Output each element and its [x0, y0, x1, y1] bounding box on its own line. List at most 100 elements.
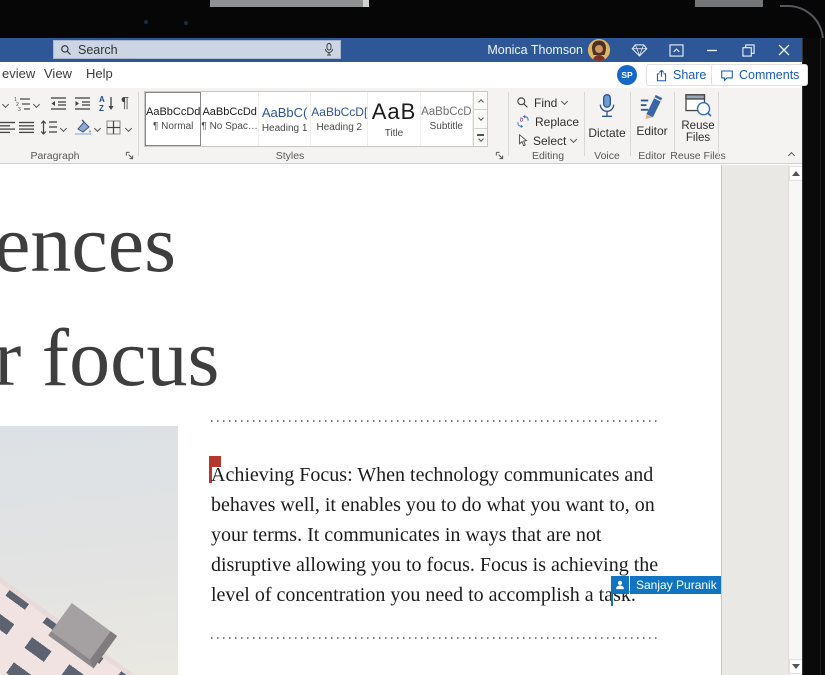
- document-canvas: ences r focus Achieving Focus: When tech…: [0, 165, 802, 675]
- select-icon: [516, 134, 528, 147]
- editor-button[interactable]: Editor: [634, 93, 670, 138]
- scroll-up-button[interactable]: [789, 166, 802, 181]
- gallery-more-button[interactable]: [474, 129, 487, 146]
- group-divider: [508, 92, 509, 156]
- style-chip-heading2[interactable]: AaBbCcD[ Heading 2: [311, 92, 368, 146]
- collapse-ribbon-button[interactable]: [782, 148, 800, 160]
- chevron-down-icon[interactable]: [94, 125, 101, 132]
- style-name: ¶ No Spac…: [201, 121, 258, 132]
- tab-help[interactable]: Help: [86, 66, 113, 81]
- paragraph-line[interactable]: level of concentration you need to accom…: [211, 580, 658, 610]
- background-strip: [695, 0, 763, 7]
- svg-text:Z: Z: [99, 104, 104, 112]
- comments-button[interactable]: Comments: [711, 64, 808, 86]
- comments-label: Comments: [739, 68, 799, 82]
- paragraph-line[interactable]: your terms. It communicates in ways that…: [211, 520, 658, 550]
- borders-icon[interactable]: [106, 120, 121, 135]
- paragraph-line[interactable]: behaves well, it enables you to do what …: [211, 490, 658, 520]
- editor-label: Editor: [636, 124, 667, 138]
- dictate-button[interactable]: Dictate: [588, 93, 626, 140]
- pilcrow-icon[interactable]: ¶: [121, 94, 129, 111]
- style-name: Heading 1: [262, 123, 308, 134]
- document-image[interactable]: [0, 426, 178, 675]
- tab-review[interactable]: eview: [2, 66, 35, 81]
- svg-text:A: A: [99, 95, 105, 104]
- ribbon: 1 2 3: [0, 88, 802, 164]
- minimize-icon[interactable]: [703, 42, 721, 58]
- align-left-icon[interactable]: [0, 121, 15, 134]
- vertical-scrollbar[interactable]: [788, 165, 802, 675]
- reuse-files-group-label: Reuse Files: [662, 150, 734, 162]
- editor-pencil-icon: [639, 93, 665, 121]
- style-sample: AaBbCcDd: [146, 106, 200, 118]
- find-icon: [516, 96, 529, 109]
- gallery-up-button[interactable]: [474, 92, 487, 110]
- svg-text:3: 3: [18, 107, 21, 112]
- search-input[interactable]: [78, 43, 324, 57]
- background-strip: [363, 0, 369, 7]
- style-chip-heading1[interactable]: AaBbC( Heading 1: [259, 92, 311, 146]
- group-divider: [630, 92, 631, 156]
- restore-window-icon[interactable]: [739, 42, 757, 58]
- paragraph-line[interactable]: disruptive allowing you to focus. Focus …: [211, 550, 658, 580]
- sort-icon[interactable]: A Z: [98, 94, 116, 112]
- decrease-indent-icon[interactable]: [50, 96, 67, 111]
- shading-icon[interactable]: [74, 119, 92, 135]
- style-name: ¶ Normal: [153, 121, 193, 132]
- body-paragraph[interactable]: Achieving Focus: When technology communi…: [211, 460, 658, 610]
- paragraph-group-label: Paragraph: [20, 150, 90, 162]
- paragraph-line[interactable]: Achieving Focus: When technology communi…: [211, 460, 658, 490]
- style-chip-no-spacing[interactable]: AaBbCcDd ¶ No Spac…: [201, 92, 259, 146]
- share-button[interactable]: Share: [646, 64, 715, 86]
- chevron-down-icon[interactable]: [60, 125, 67, 132]
- share-icon: [655, 69, 668, 82]
- avatar[interactable]: [588, 39, 610, 61]
- styles-group-label: Styles: [255, 150, 325, 162]
- replace-button[interactable]: b Replace: [516, 113, 579, 130]
- tab-view[interactable]: View: [44, 66, 72, 81]
- chevron-down-icon[interactable]: [125, 125, 132, 132]
- dictate-mic-icon: [597, 93, 617, 123]
- background-strip: [210, 0, 363, 7]
- find-button[interactable]: Find: [516, 94, 567, 111]
- bezel-edge: [820, 38, 821, 675]
- style-chip-normal[interactable]: AaBbCcDd ¶ Normal: [145, 92, 201, 146]
- styles-gallery: AaBbCcDd ¶ Normal AaBbCcDd ¶ No Spac… Aa…: [144, 91, 488, 147]
- signed-in-user[interactable]: Monica Thomson: [487, 43, 583, 57]
- align-justify-icon[interactable]: [19, 121, 34, 134]
- person-icon: [611, 576, 629, 594]
- premium-diamond-icon[interactable]: [630, 42, 648, 58]
- dialog-launcher-icon[interactable]: [124, 150, 134, 160]
- reuse-files-button[interactable]: Reuse Files: [678, 93, 718, 144]
- presence-badge[interactable]: SP: [617, 65, 637, 85]
- close-icon[interactable]: [775, 42, 793, 58]
- document-heading[interactable]: ences r focus: [0, 187, 219, 415]
- line-spacing-icon[interactable]: [40, 120, 57, 135]
- chevron-down-icon[interactable]: [33, 101, 40, 108]
- gallery-down-button[interactable]: [474, 110, 487, 128]
- reuse-files-icon: [684, 93, 712, 117]
- select-button[interactable]: Select: [516, 132, 576, 149]
- style-sample: AaBbCcDd: [202, 106, 256, 118]
- multilevel-list-icon[interactable]: 1 2 3: [14, 96, 31, 112]
- device-bezel: [802, 38, 825, 675]
- style-chip-subtitle[interactable]: AaBbCcD Subtitle: [421, 92, 473, 146]
- collaborator-name: Sanjay Puranik: [630, 576, 722, 594]
- style-chip-title[interactable]: AaB Title: [368, 92, 420, 146]
- search-icon: [60, 44, 72, 56]
- increase-indent-icon[interactable]: [74, 96, 91, 111]
- ribbon-display-options-icon[interactable]: [667, 42, 685, 58]
- style-sample: AaB: [372, 99, 417, 125]
- document-page[interactable]: ences r focus Achieving Focus: When tech…: [0, 165, 722, 675]
- dialog-launcher-icon[interactable]: [494, 150, 504, 160]
- group-divider: [674, 92, 675, 156]
- dictate-label: Dictate: [588, 126, 625, 140]
- avatar-image: [588, 39, 610, 61]
- style-sample: AaBbCcD: [421, 106, 472, 118]
- search-dictate-mic-icon[interactable]: [324, 43, 334, 57]
- search-box[interactable]: [53, 40, 341, 59]
- chevron-down-icon: [570, 136, 577, 143]
- group-divider: [718, 92, 719, 156]
- chevron-down-icon[interactable]: [2, 101, 9, 108]
- scroll-down-button[interactable]: [789, 659, 802, 674]
